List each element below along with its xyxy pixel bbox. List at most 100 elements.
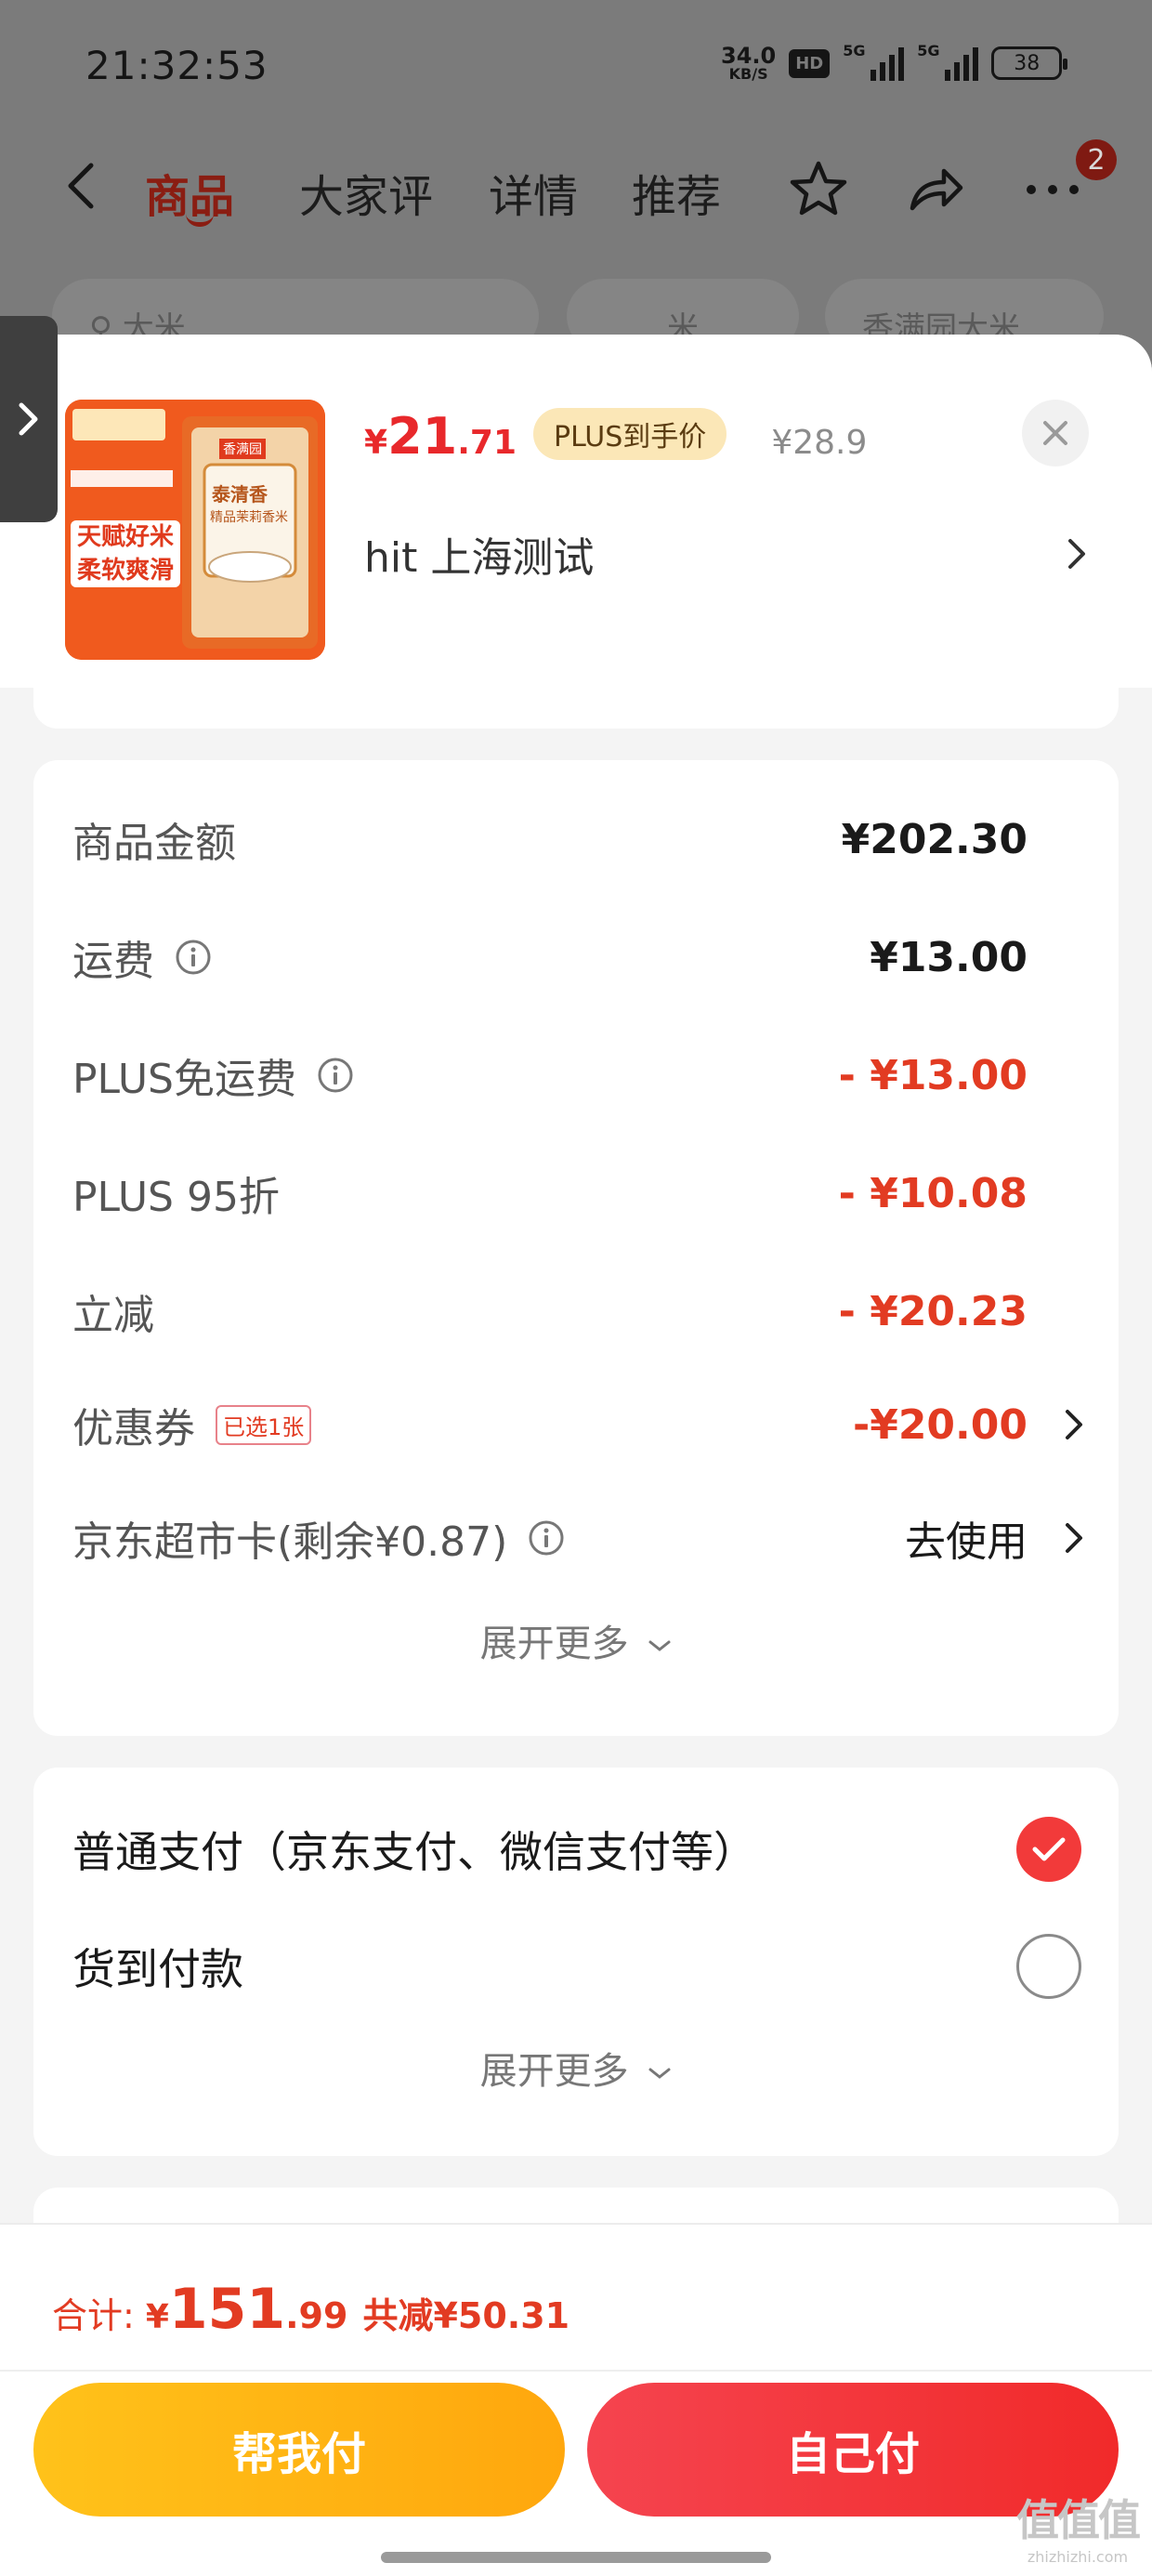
chevron-down-icon <box>648 2068 671 2079</box>
product-image[interactable]: 天赋好米 柔软爽滑 香满园 泰清香 精品茉莉香米 <box>65 400 325 660</box>
product-image-banner: 香满园 <box>219 439 266 459</box>
divider <box>0 2370 1152 2372</box>
payment-option-cod[interactable]: 货到付款 <box>72 1929 1081 2004</box>
info-icon[interactable] <box>317 1057 354 1094</box>
summary-value: -¥20.00 <box>852 1400 1028 1449</box>
info-icon[interactable] <box>175 939 212 976</box>
summary-label: 运费 <box>72 938 154 985</box>
expand-more-button[interactable]: 展开更多 <box>33 1613 1119 1667</box>
tab-details[interactable]: 详情 <box>489 160 578 225</box>
order-total: 合计: ¥151.99 共减¥50.31 <box>52 2277 569 2342</box>
summary-label: PLUS免运费 <box>72 1056 296 1103</box>
original-price: ¥28.9 <box>771 424 868 462</box>
help-me-pay-button[interactable]: 帮我付 <box>33 2383 565 2517</box>
total-decimal: .99 <box>285 2295 348 2336</box>
address-text: hit 上海测试 <box>364 534 595 582</box>
summary-value: - ¥10.08 <box>838 1169 1028 1217</box>
signal-icon: 5G <box>843 42 905 81</box>
favorite-star-icon[interactable] <box>786 156 851 221</box>
summary-row-instant-discount: 立减 - ¥20.23 <box>72 1279 1028 1344</box>
network-speed-unit: KB/S <box>728 65 768 83</box>
expand-more-button[interactable]: 展开更多 <box>33 2041 1119 2095</box>
info-icon[interactable] <box>528 1519 565 1557</box>
notification-badge: 2 <box>1076 139 1117 180</box>
plus-price-badge: PLUS到手价 <box>533 408 727 460</box>
chevron-right-icon <box>19 402 38 436</box>
expand-more-label: 展开更多 <box>479 2050 629 2093</box>
battery-icon: 38 <box>991 46 1068 80</box>
plus-price: ¥21.71 <box>364 407 517 466</box>
summary-row-coupon[interactable]: 优惠券 已选1张 -¥20.00 <box>72 1392 1082 1457</box>
product-image-slogan: 天赋好米 柔软爽滑 <box>71 520 180 587</box>
expand-more-label: 展开更多 <box>479 1623 629 1665</box>
product-image-brand: 泰清香 <box>212 483 268 506</box>
network-speed: 34.0 KB/S <box>721 45 776 82</box>
payment-method-card: 普通支付（京东支付、微信支付等） 货到付款 展开更多 <box>33 1768 1119 2156</box>
total-integer: 151 <box>168 2277 286 2342</box>
price-summary-card: 商品金额 ¥202.30 运费 ¥13.00 PLUS免运费 - ¥13.00 … <box>33 760 1119 1736</box>
product-image-slogan-1: 天赋好米 <box>76 523 174 551</box>
price-currency: ¥ <box>364 424 388 462</box>
product-image-slogan-2: 柔软爽滑 <box>76 557 174 585</box>
product-nav-bar: 商品 大家评 详情 推荐 2 <box>0 139 1152 232</box>
home-indicator[interactable] <box>381 2552 771 2563</box>
payment-radio-unselected[interactable] <box>1016 1934 1081 1999</box>
tab-reviews[interactable]: 大家评 <box>299 160 433 225</box>
summary-row-subtotal: 商品金额 ¥202.30 <box>72 807 1028 872</box>
address-selector[interactable]: hit 上海测试 <box>364 517 1089 591</box>
status-bar: 21:32:53 34.0 KB/S HD 5G 5G 38 <box>0 0 1152 130</box>
signal-icon-2: 5G <box>917 42 979 81</box>
product-image-subtitle: 精品茉莉香米 <box>210 510 288 525</box>
use-card-link[interactable]: 去使用 <box>905 1508 1028 1568</box>
signal-label: 5G <box>843 42 866 59</box>
total-saving: 共减¥50.31 <box>362 2295 570 2336</box>
side-expand-tab[interactable] <box>0 316 58 522</box>
status-time: 21:32:53 <box>85 43 268 88</box>
total-label: 合计: <box>52 2295 135 2336</box>
summary-value: ¥202.30 <box>841 815 1028 863</box>
check-icon <box>1032 1837 1066 1861</box>
payment-radio-selected[interactable] <box>1016 1817 1081 1882</box>
coupon-selected-tag: 已选1张 <box>216 1404 312 1445</box>
checkout-bottom-bar: 合计: ¥151.99 共减¥50.31 帮我付 自己付 值值值 zhizhiz… <box>0 2223 1152 2576</box>
product-header: 天赋好米 柔软爽滑 香满园 泰清香 精品茉莉香米 ¥21.71 PLUS到手价 … <box>0 335 1152 688</box>
summary-label: PLUS 95折 <box>72 1174 280 1221</box>
watermark: 值值值 zhizhizhi.com <box>1013 2487 1143 2570</box>
hd-icon: HD <box>789 48 831 78</box>
summary-row-supermarket-card[interactable]: 京东超市卡(剩余¥0.87) 去使用 <box>72 1505 1082 1571</box>
summary-value: ¥13.00 <box>870 933 1028 981</box>
total-currency: ¥ <box>145 2298 169 2336</box>
payment-option-label: 货到付款 <box>72 1944 243 1994</box>
summary-value: - ¥20.23 <box>838 1287 1028 1335</box>
summary-row-plus-discount: PLUS 95折 - ¥10.08 <box>72 1161 1028 1226</box>
signal-label-2: 5G <box>917 42 940 59</box>
previous-card-edge <box>33 688 1119 729</box>
watermark-logo: 值值值 <box>1016 2495 1141 2545</box>
chevron-right-icon <box>1066 1410 1082 1439</box>
price-decimal: .71 <box>457 424 517 462</box>
price-row: ¥21.71 PLUS到手价 ¥28.9 <box>364 407 867 467</box>
payment-option-label: 普通支付（京东支付、微信支付等） <box>72 1827 756 1877</box>
tab-product[interactable]: 商品 <box>145 160 234 227</box>
close-icon <box>1043 421 1067 445</box>
back-icon[interactable] <box>56 158 111 214</box>
chevron-down-icon <box>648 1640 671 1651</box>
chevron-right-icon <box>1068 539 1085 569</box>
summary-label: 商品金额 <box>72 820 236 867</box>
background-page: 21:32:53 34.0 KB/S HD 5G 5G 38 商品 大家评 详情… <box>0 0 1152 353</box>
status-icons: 34.0 KB/S HD 5G 5G 38 <box>721 42 1068 82</box>
summary-row-plus-free-shipping: PLUS免运费 - ¥13.00 <box>72 1043 1028 1108</box>
close-button[interactable] <box>1022 400 1089 467</box>
network-speed-value: 34.0 <box>721 43 777 69</box>
tab-recommend[interactable]: 推荐 <box>632 160 721 225</box>
summary-label: 京东超市卡(剩余¥0.87) <box>72 1518 508 1566</box>
chevron-right-icon <box>1066 1523 1082 1553</box>
price-integer: 21 <box>387 407 458 466</box>
more-icon[interactable] <box>1020 156 1085 221</box>
payment-option-normal[interactable]: 普通支付（京东支付、微信支付等） <box>72 1812 1081 1886</box>
summary-label: 优惠券 <box>72 1405 195 1452</box>
watermark-url: zhizhizhi.com <box>1027 2548 1129 2566</box>
summary-value: - ¥13.00 <box>838 1051 1028 1099</box>
share-icon[interactable] <box>903 156 968 221</box>
summary-label: 立减 <box>72 1292 154 1339</box>
